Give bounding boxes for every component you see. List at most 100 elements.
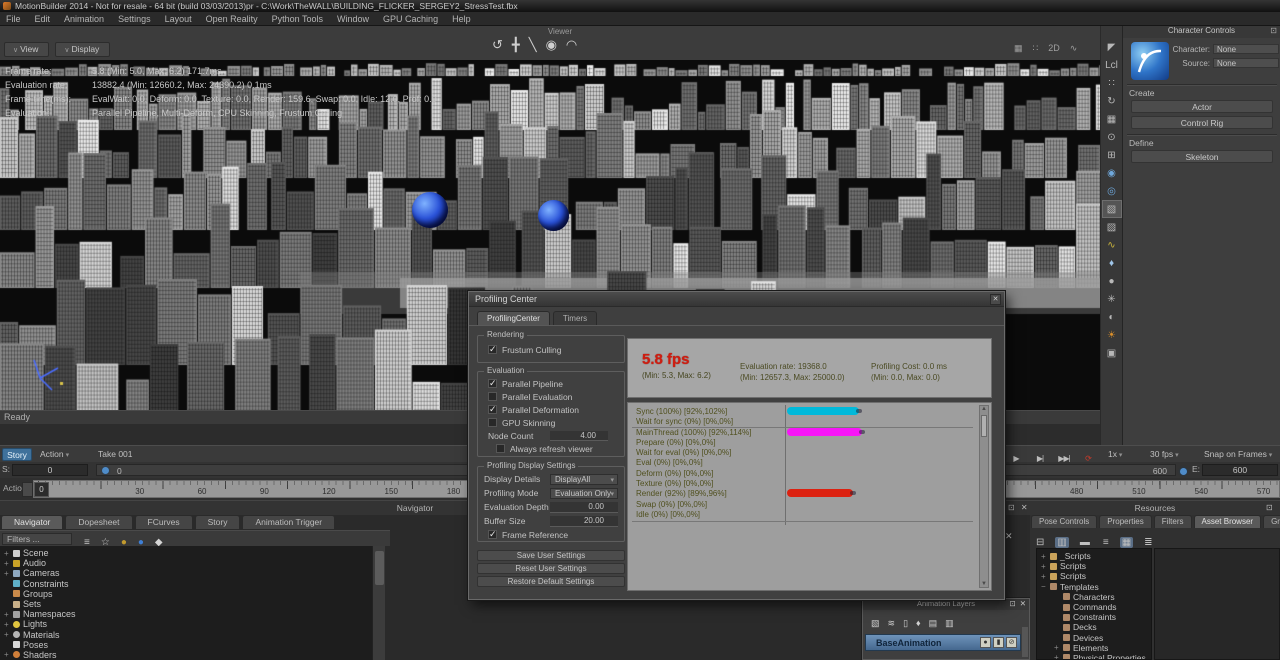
- tab-groups[interactable]: Groups: [1263, 515, 1280, 528]
- delete-layer-icon[interactable]: ▯: [903, 613, 908, 631]
- scrollbar-thumb[interactable]: [981, 415, 987, 437]
- tab-navigator[interactable]: Navigator: [1, 515, 63, 529]
- tree-row[interactable]: + Scripts: [1037, 561, 1151, 571]
- normals-display-icon[interactable]: ◉: [1102, 164, 1122, 182]
- expand-toggle[interactable]: +: [4, 630, 13, 639]
- orbit-tool-icon[interactable]: ↺: [492, 36, 503, 54]
- setting-control[interactable]: Evaluation Only: [550, 488, 618, 499]
- setting-control[interactable]: DisplayAll: [550, 474, 618, 485]
- tree-row[interactable]: Sets: [0, 599, 372, 609]
- checkbox-row[interactable]: Always refresh viewer: [478, 442, 624, 455]
- scene-object-sphere[interactable]: [412, 192, 448, 228]
- particles-icon[interactable]: ✳: [1102, 290, 1122, 308]
- base-animation-layer-row[interactable]: BaseAnimation ●▮⊘: [865, 634, 1021, 651]
- display-2d-icon[interactable]: 2D: [1048, 38, 1060, 56]
- menu-item[interactable]: Edit: [35, 14, 51, 24]
- story-button[interactable]: Story: [2, 448, 32, 461]
- source-value-field[interactable]: None: [1213, 58, 1279, 68]
- checkbox[interactable]: [488, 405, 497, 414]
- tab-filters[interactable]: Filters: [1154, 515, 1192, 528]
- restore-default-settings-button[interactable]: Restore Default Settings: [477, 576, 625, 587]
- scrollbar-thumb[interactable]: [375, 551, 384, 585]
- models-display-icon[interactable]: ▧: [1102, 200, 1122, 218]
- dialog-close-button[interactable]: ✕: [990, 294, 1001, 305]
- new-layer-icon[interactable]: ▧: [871, 613, 880, 631]
- record-button[interactable]: ⟳: [1078, 448, 1098, 461]
- tab-asset-browser[interactable]: Asset Browser: [1194, 515, 1262, 528]
- tree-row[interactable]: Poses: [0, 640, 372, 650]
- menu-item[interactable]: Settings: [118, 14, 151, 24]
- tree-row[interactable]: Constraints: [0, 579, 372, 589]
- polygon-count-icon[interactable]: ●: [1102, 272, 1122, 290]
- expand-toggle[interactable]: +: [4, 569, 13, 578]
- rotate-tool-icon[interactable]: ↻: [1102, 92, 1122, 110]
- expand-toggle[interactable]: +: [1054, 643, 1063, 652]
- expand-toggle[interactable]: +: [4, 559, 13, 568]
- pan-tool-icon[interactable]: ╋: [512, 36, 520, 54]
- expand-toggle[interactable]: +: [1054, 653, 1063, 660]
- expand-toggle[interactable]: +: [1041, 562, 1050, 571]
- tree-row[interactable]: + Cameras: [0, 568, 372, 578]
- layers-scrollbar[interactable]: [1022, 627, 1028, 657]
- tree-row[interactable]: + Audio: [0, 558, 372, 568]
- tree-row[interactable]: + _Scripts: [1037, 551, 1151, 561]
- checkbox[interactable]: [488, 392, 497, 401]
- arc-tool-icon[interactable]: ◠: [566, 36, 577, 54]
- pin-icon[interactable]: ♦: [1102, 254, 1122, 272]
- node-count-field[interactable]: 4.00: [550, 431, 608, 441]
- navigator-pane-controls[interactable]: ⊡ ✕: [1008, 503, 1030, 512]
- layers-stack-icon[interactable]: ≋: [888, 613, 896, 631]
- playback-speed-dropdown[interactable]: 1x: [1104, 448, 1142, 461]
- expand-toggle[interactable]: +: [4, 549, 13, 558]
- snap-dropdown[interactable]: Snap on Frames: [1200, 448, 1278, 461]
- scrollbar-left-knob[interactable]: [102, 467, 109, 474]
- fps-dropdown[interactable]: 30 fps: [1146, 448, 1196, 461]
- end-frame-field[interactable]: 600: [1202, 464, 1278, 476]
- tab-timers[interactable]: Timers: [553, 311, 597, 325]
- tab-pose-controls[interactable]: Pose Controls: [1031, 515, 1097, 528]
- checkbox-row[interactable]: Parallel Evaluation: [478, 390, 624, 403]
- reset-user-settings-button[interactable]: Reset User Settings: [477, 563, 625, 574]
- tree-row[interactable]: + Physical Properties: [1037, 653, 1151, 660]
- tree-row[interactable]: + Scene: [0, 548, 372, 558]
- bones-display-icon[interactable]: ▨: [1102, 218, 1122, 236]
- layer-weight-icon[interactable]: ●: [980, 637, 991, 648]
- menu-item[interactable]: Help: [452, 14, 471, 24]
- expand-toggle[interactable]: +: [4, 620, 13, 629]
- keying-group-icon[interactable]: ⊞: [1102, 146, 1122, 164]
- expand-toggle[interactable]: +: [4, 650, 13, 659]
- scale-tool-icon[interactable]: ▦: [1102, 110, 1122, 128]
- checkbox[interactable]: [496, 444, 505, 453]
- timeline-playhead[interactable]: 0: [34, 482, 49, 497]
- render-mode-icon[interactable]: ▦: [1014, 38, 1023, 56]
- tree-row[interactable]: + Shaders: [0, 650, 372, 660]
- tree-row[interactable]: Commands: [1037, 602, 1151, 612]
- character-value-field[interactable]: None: [1213, 44, 1279, 54]
- next-frame-button[interactable]: ▶|: [1030, 448, 1050, 461]
- select-layer-icon[interactable]: ♦: [916, 613, 921, 631]
- animation-layers-controls[interactable]: ⊡ ✕: [1009, 599, 1027, 608]
- action-dropdown[interactable]: Action: [36, 448, 90, 461]
- menu-item[interactable]: Animation: [64, 14, 104, 24]
- save-user-settings-button[interactable]: Save User Settings: [477, 550, 625, 561]
- panel-dock-icon[interactable]: ⊡: [1270, 26, 1277, 35]
- checkbox-row[interactable]: Frame Reference: [478, 528, 624, 541]
- tree-row[interactable]: + Lights: [0, 619, 372, 629]
- profiler-scrollbar[interactable]: [979, 405, 989, 588]
- zoom-line-tool-icon[interactable]: ╲: [529, 36, 537, 54]
- menu-item[interactable]: Layout: [165, 14, 192, 24]
- checkbox-row[interactable]: Parallel Deformation: [478, 403, 624, 416]
- scene-object-sphere[interactable]: [538, 200, 569, 231]
- play-button[interactable]: ▶: [1006, 448, 1026, 461]
- tree-row[interactable]: Decks: [1037, 622, 1151, 632]
- tree-row[interactable]: + Materials: [0, 630, 372, 640]
- filters-field[interactable]: Filters ...: [2, 533, 72, 545]
- scrollbar-right-knob[interactable]: [1180, 468, 1187, 475]
- ik-blend-icon[interactable]: ⊙: [1102, 128, 1122, 146]
- points-mode-icon[interactable]: ∷: [1033, 38, 1039, 56]
- checkbox-row[interactable]: GPU Skinning: [478, 416, 624, 429]
- spline-display-icon[interactable]: ∿: [1102, 236, 1122, 254]
- checkbox-row[interactable]: Frustum Culling: [478, 343, 624, 356]
- tree-row[interactable]: Devices: [1037, 633, 1151, 643]
- view-dropdown[interactable]: View: [4, 42, 49, 57]
